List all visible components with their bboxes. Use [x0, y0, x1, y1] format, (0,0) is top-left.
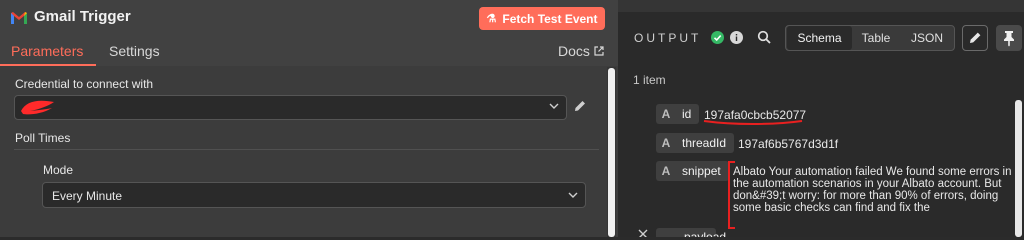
chevron-down-icon	[568, 192, 578, 198]
field-value: Albato Your automation failed We found s…	[733, 166, 1012, 214]
edit-credential-pencil-icon[interactable]	[573, 99, 587, 113]
node-parameters-panel: Gmail Trigger ⚗ Fetch Test Event Paramet…	[0, 0, 618, 237]
schema-field-snippet[interactable]: A snippet	[656, 161, 729, 181]
schema-field-id[interactable]: A id	[656, 104, 700, 124]
section-divider	[14, 149, 599, 150]
active-tab-indicator	[0, 64, 96, 66]
mode-select[interactable]	[42, 182, 586, 208]
edit-output-button[interactable]	[962, 25, 988, 51]
schema-field-payload[interactable]: payload	[656, 228, 726, 237]
credential-select[interactable]	[14, 95, 567, 120]
string-type-icon: A	[661, 107, 671, 121]
pin-data-button[interactable]	[996, 25, 1022, 51]
success-check-icon	[711, 31, 724, 44]
poll-times-label: Poll Times	[15, 131, 71, 145]
fetch-test-event-button[interactable]: ⚗ Fetch Test Event	[479, 7, 605, 30]
red-underline-annotation	[703, 120, 803, 125]
mode-value: Every Minute	[52, 189, 123, 203]
item-count: 1 item	[633, 73, 666, 87]
view-schema-button[interactable]: Schema	[787, 26, 852, 50]
search-icon[interactable]	[757, 30, 771, 44]
output-top-bar	[618, 0, 1024, 12]
external-link-icon	[594, 46, 604, 56]
tab-settings[interactable]: Settings	[109, 43, 160, 59]
field-key: snippet	[682, 164, 721, 178]
scrollbar-thumb[interactable]	[1015, 100, 1022, 237]
fetch-test-event-label: Fetch Test Event	[502, 11, 598, 26]
view-table-button[interactable]: Table	[852, 26, 900, 50]
field-value: 197af6b5767d3d1f	[738, 137, 839, 151]
field-key: id	[682, 107, 692, 121]
scrollbar-thumb[interactable]	[608, 68, 615, 237]
output-title: OUTPUT	[634, 31, 702, 45]
docs-link[interactable]: Docs	[558, 43, 604, 59]
collapse-icon[interactable]	[638, 229, 648, 237]
string-type-icon: A	[661, 164, 671, 178]
field-key: payload	[684, 230, 727, 237]
credential-label: Credential to connect with	[15, 77, 154, 91]
pencil-icon	[970, 32, 981, 43]
gmail-icon	[11, 12, 27, 24]
string-type-icon: A	[661, 136, 671, 150]
redaction-scribble	[21, 100, 54, 115]
output-panel: OUTPUT Schema Table JSON 1 item A id 197…	[618, 0, 1024, 237]
docs-label: Docs	[558, 43, 590, 59]
mode-label: Mode	[43, 163, 74, 177]
view-json-button[interactable]: JSON	[900, 26, 954, 50]
flask-icon: ⚗	[486, 13, 497, 25]
field-key: threadId	[682, 136, 727, 150]
schema-field-threadid[interactable]: A threadId	[656, 133, 735, 153]
tab-parameters[interactable]: Parameters	[11, 43, 83, 59]
info-icon[interactable]	[730, 31, 743, 44]
pin-icon	[1004, 31, 1014, 47]
node-title: Gmail Trigger	[34, 8, 131, 25]
chevron-down-icon	[549, 103, 559, 109]
